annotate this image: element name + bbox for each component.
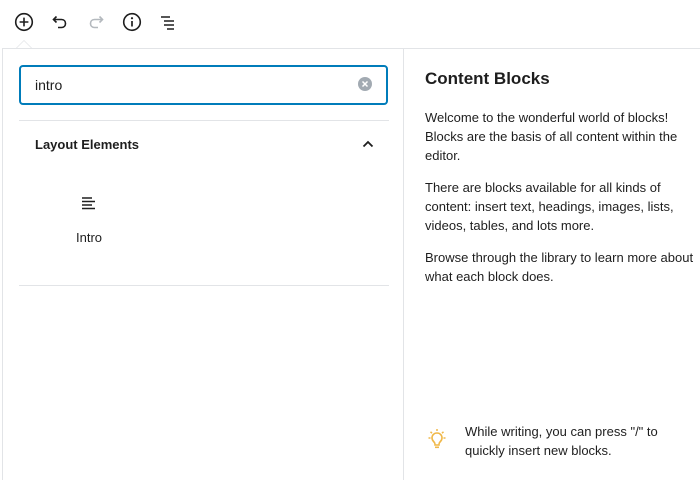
block-inserter-popover: Layout Elements Intro Content Blocks Wel… [2,48,700,480]
popover-arrow-fill [17,41,31,48]
tip-text: While writing, you can press "/" to quic… [465,424,658,458]
align-left-icon [79,193,99,213]
redo-button[interactable] [83,9,109,35]
block-item-label: Intro [75,230,102,245]
help-paragraph: Browse through the library to learn more… [425,250,694,284]
editor-toolbar [0,0,700,44]
inserter-help-panel: Content Blocks Welcome to the wonderful … [405,49,700,480]
inserter-main-panel: Layout Elements Intro [3,49,404,480]
divider [19,285,389,286]
search-field[interactable] [19,65,388,105]
help-paragraph: There are blocks available for all kinds… [425,180,674,233]
layout-elements-panel-toggle[interactable]: Layout Elements [19,121,389,169]
panel-title: Layout Elements [35,137,140,152]
redo-icon [89,15,104,29]
help-title: Content Blocks [425,69,550,88]
plus-circle-icon [14,12,34,32]
list-view-icon [161,16,174,30]
undo-button[interactable] [47,9,73,35]
block-item-intro[interactable]: Intro [51,189,127,259]
block-navigation-button[interactable] [155,9,181,35]
search-input[interactable] [21,67,351,103]
info-button[interactable] [119,9,145,35]
info-icon [122,12,142,32]
add-block-button[interactable] [11,9,37,35]
help-paragraph: Welcome to the wonderful world of blocks… [425,110,678,163]
chevron-up-icon [362,140,374,148]
undo-icon [52,15,67,29]
lightbulb-icon [428,429,446,449]
clear-icon[interactable] [358,77,372,91]
